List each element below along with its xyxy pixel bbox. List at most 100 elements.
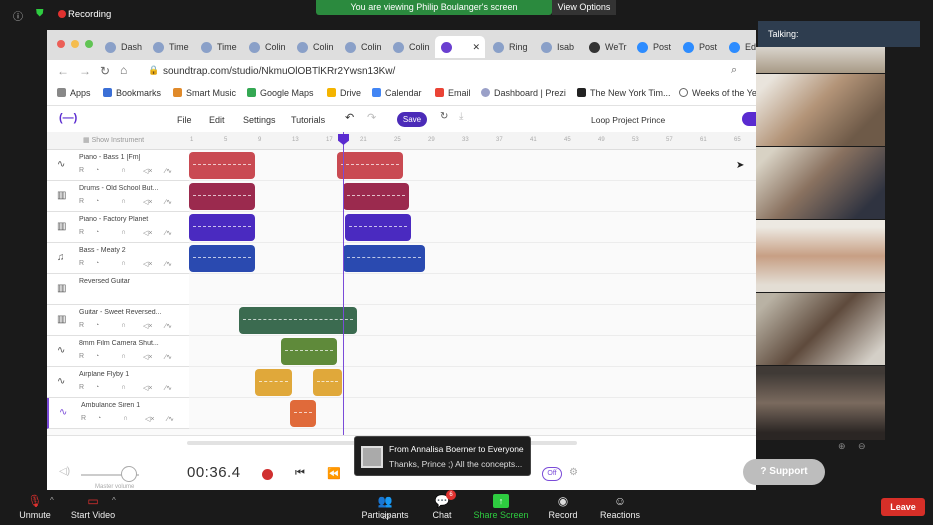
tab[interactable]: Post <box>631 36 675 58</box>
tab[interactable]: Time <box>195 36 239 58</box>
track-lane[interactable] <box>189 274 756 305</box>
track-header[interactable]: ∿ Piano - Bass 1 [Fm] R ◔ ∩ ◁× ∕∿ <box>47 150 189 181</box>
view-options-button[interactable]: View Options <box>552 0 616 15</box>
audio-clip[interactable] <box>281 338 337 365</box>
bookmark-smart-music[interactable]: Smart Music <box>173 88 236 98</box>
participant-video[interactable] <box>756 293 885 365</box>
bookmark-email[interactable]: Email <box>435 88 471 98</box>
mute-icon[interactable]: ◁× <box>143 229 152 237</box>
tab[interactable]: Ring <box>487 36 533 58</box>
automation-icon[interactable]: ∕∿ <box>165 260 172 268</box>
headphones-icon[interactable]: ∩ <box>121 167 126 174</box>
automation-icon[interactable]: ∕∿ <box>165 322 172 330</box>
headphones-icon[interactable]: ∩ <box>121 260 126 267</box>
mute-icon[interactable]: ◁× <box>143 167 152 175</box>
speaker-icon[interactable]: ◁) <box>59 466 70 477</box>
tab[interactable]: Colin <box>243 36 289 58</box>
tab[interactable]: Post <box>677 36 721 58</box>
maximize-window-icon[interactable] <box>85 40 93 48</box>
track-header[interactable]: ▥ Piano - Factory Planet R ◔ ∩ ◁× ∕∿ <box>47 212 189 243</box>
close-window-icon[interactable] <box>57 40 65 48</box>
volume-knob-icon[interactable]: ◔ <box>95 353 99 360</box>
headphones-icon[interactable]: ∩ <box>121 229 126 236</box>
record-arm-icon[interactable]: R <box>79 260 84 267</box>
record-arm-icon[interactable]: R <box>81 415 86 422</box>
soundtrap-logo-icon[interactable]: (—) <box>59 112 77 124</box>
participant-video[interactable] <box>756 74 885 146</box>
save-button[interactable]: Save <box>397 112 427 127</box>
download-icon[interactable]: ⤓ <box>459 111 463 122</box>
show-instrument-toggle[interactable]: ▦ Show Instrument <box>83 136 144 144</box>
refresh-icon[interactable]: ↻ <box>440 111 448 122</box>
leave-button[interactable]: Leave <box>881 498 925 516</box>
track-header[interactable]: ▥ Guitar - Sweet Reversed... R ◔ ∩ ◁× ∕∿ <box>47 305 189 336</box>
bookmark-prezi[interactable]: Dashboard | Prezi <box>481 88 566 98</box>
track-lane[interactable] <box>189 336 756 367</box>
record-arm-icon[interactable]: R <box>79 229 84 236</box>
volume-knob-icon[interactable]: ◔ <box>95 322 99 329</box>
track-header[interactable]: ♫ Bass - Meaty 2 R ◔ ∩ ◁× ∕∿ <box>47 243 189 274</box>
track-lane[interactable] <box>189 181 756 212</box>
track-header-selected[interactable]: ∿ Ambulance Siren 1 R ◔ ∩ ◁× ∕∿ <box>47 398 189 429</box>
headphones-icon[interactable]: ∩ <box>121 322 126 329</box>
chat-notification[interactable]: From Annalisa Boerner to Everyone Thanks… <box>354 436 531 476</box>
support-button[interactable]: ? Support <box>743 459 825 485</box>
participant-video[interactable] <box>756 47 885 73</box>
participant-video[interactable] <box>756 147 885 219</box>
zoom-out-icon[interactable]: ⊖ <box>858 441 866 452</box>
automation-icon[interactable]: ∕∿ <box>165 167 172 175</box>
volume-knob-icon[interactable]: ◔ <box>95 384 99 391</box>
mute-icon[interactable]: ◁× <box>143 384 152 392</box>
midi-clip[interactable] <box>189 183 255 210</box>
bookmark-google-maps[interactable]: Google Maps <box>247 88 314 98</box>
reactions-button[interactable]: ☺ Reactions <box>585 490 655 520</box>
participant-video[interactable] <box>756 220 885 292</box>
share-screen-button[interactable]: ↑ Share Screen <box>466 490 536 520</box>
midi-clip[interactable] <box>189 245 255 272</box>
volume-knob-icon[interactable]: ◔ <box>95 167 99 174</box>
track-header[interactable]: ▥ Reversed Guitar <box>47 274 189 305</box>
tab[interactable]: Dash <box>99 36 143 58</box>
redo-icon[interactable]: ↷ <box>367 111 376 124</box>
bookmark-drive[interactable]: Drive <box>327 88 361 98</box>
bookmark-apps[interactable]: Apps <box>57 88 91 98</box>
menu-edit[interactable]: Edit <box>209 115 225 125</box>
menu-tutorials[interactable]: Tutorials <box>291 115 325 125</box>
midi-clip[interactable] <box>343 183 409 210</box>
audio-clip[interactable] <box>255 369 292 396</box>
track-lane[interactable] <box>189 305 756 336</box>
midi-clip[interactable] <box>189 214 255 241</box>
bookmark-calendar[interactable]: Calendar <box>372 88 422 98</box>
midi-clip[interactable] <box>239 307 357 334</box>
volume-knob-icon[interactable]: ◔ <box>95 229 99 236</box>
headphones-icon[interactable]: ∩ <box>121 384 126 391</box>
track-lane[interactable] <box>189 212 756 243</box>
menu-settings[interactable]: Settings <box>243 115 276 125</box>
minimize-window-icon[interactable] <box>71 40 79 48</box>
participant-video[interactable] <box>756 366 885 440</box>
track-lane[interactable] <box>189 150 756 181</box>
tab[interactable]: WeTr <box>583 36 629 58</box>
automation-icon[interactable]: ∕∿ <box>167 415 174 423</box>
undo-icon[interactable]: ↶ <box>345 111 354 124</box>
forward-icon[interactable]: → <box>79 64 91 78</box>
start-video-button[interactable]: ▭ Start Video <box>58 490 128 520</box>
rewind-icon[interactable]: ⏪ <box>327 467 341 480</box>
automation-icon[interactable]: ∕∿ <box>165 229 172 237</box>
tab[interactable]: Isab <box>535 36 581 58</box>
tab[interactable]: Colin <box>339 36 385 58</box>
skip-back-icon[interactable]: ⏮ <box>295 467 305 480</box>
bookmark-bookmarks[interactable]: Bookmarks <box>103 88 161 98</box>
record-arm-icon[interactable]: R <box>79 353 84 360</box>
search-icon[interactable]: ⌕ <box>731 64 737 77</box>
track-lane[interactable] <box>189 367 756 398</box>
tab[interactable]: Edit <box>723 36 756 58</box>
audio-clip[interactable] <box>313 369 342 396</box>
chevron-up-icon[interactable]: ^ <box>112 496 116 505</box>
automation-icon[interactable]: ∕∿ <box>165 198 172 206</box>
timeline-ruler[interactable]: ▦ Show Instrument 1 5 9 13 17 21 25 29 3… <box>47 132 756 150</box>
tab[interactable]: Time <box>147 36 191 58</box>
audio-clip[interactable] <box>189 152 255 179</box>
project-title[interactable]: Loop Project Prince <box>591 115 665 125</box>
mute-icon[interactable]: ◁× <box>143 198 152 206</box>
